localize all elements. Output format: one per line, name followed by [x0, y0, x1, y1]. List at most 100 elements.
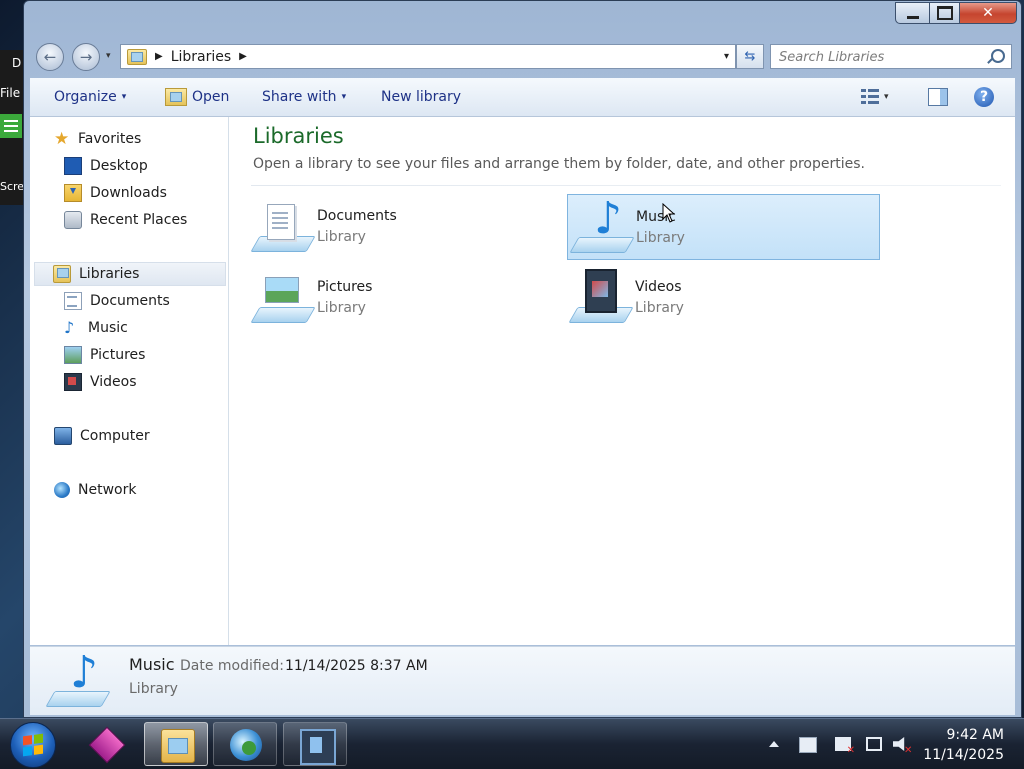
open-button[interactable]: Open — [165, 78, 229, 116]
network-icon — [54, 482, 70, 498]
hamburger-icon — [0, 114, 22, 138]
taskbar: ✕ 9:42 AM 11/14/2025 — [0, 718, 1024, 769]
breadcrumb: ▶ Libraries ▶ — [127, 48, 247, 65]
nav-videos-label: Videos — [90, 374, 137, 390]
view-options-icon — [861, 89, 879, 105]
nav-favorites[interactable]: ★ Favorites — [54, 127, 141, 151]
save-icon[interactable] — [799, 737, 817, 753]
nav-videos[interactable]: Videos — [64, 370, 137, 394]
nav-network[interactable]: Network — [54, 478, 136, 502]
navigation-pane: ★ Favorites Desktop Downloads Recent Pla… — [30, 117, 229, 645]
clock-date: 11/14/2025 — [923, 747, 1004, 763]
address-dropdown-icon[interactable]: ▾ — [724, 51, 729, 62]
taskbar-browser[interactable] — [213, 722, 277, 766]
network-status-icon[interactable] — [866, 737, 882, 751]
magenta-app-icon — [88, 726, 126, 764]
nav-computer[interactable]: Computer — [54, 424, 150, 448]
tile-name: Documents — [317, 208, 397, 224]
libraries-icon — [127, 48, 147, 65]
search-icon[interactable] — [991, 49, 1005, 63]
videos-icon — [64, 373, 82, 391]
music-library-icon: ♪ — [569, 195, 635, 257]
nav-pictures-label: Pictures — [90, 347, 146, 363]
pictures-icon — [64, 346, 82, 364]
nav-pictures[interactable]: Pictures — [64, 343, 145, 367]
recent-pages-dropdown[interactable]: ▾ — [106, 51, 111, 61]
minimize-icon — [906, 15, 919, 19]
preview-pane-button[interactable] — [928, 78, 948, 116]
refresh-button[interactable]: ⇆ — [736, 44, 764, 69]
background-text-screen: Scre — [0, 180, 25, 193]
nav-music[interactable]: ♪ Music — [64, 316, 128, 340]
nav-recent-places-label: Recent Places — [90, 212, 188, 228]
nav-documents-label: Documents — [90, 293, 170, 309]
videos-library-icon — [568, 269, 634, 327]
taskbar-app-magenta[interactable] — [74, 722, 138, 766]
open-label: Open — [192, 89, 230, 105]
help-icon: ? — [974, 87, 994, 107]
background-window: D File Scre — [0, 50, 24, 205]
action-center-flag-icon[interactable] — [835, 737, 855, 756]
nav-recent-places[interactable]: Recent Places — [64, 208, 187, 232]
system-clock[interactable]: 9:42 AM 11/14/2025 — [923, 725, 1004, 765]
nav-downloads[interactable]: Downloads — [64, 181, 167, 205]
maximize-icon — [936, 6, 953, 20]
chevron-down-icon[interactable]: ▾ — [884, 92, 889, 102]
organize-label: Organize — [54, 89, 117, 105]
organize-button[interactable]: Organize ▾ — [54, 78, 126, 116]
music-note-icon: ♪ — [64, 318, 75, 337]
library-tile-music[interactable]: ♪ Music Library — [567, 194, 880, 260]
muted-x-icon: ✕ — [904, 745, 913, 756]
pictures-library-icon — [250, 269, 316, 327]
nav-favorites-label: Favorites — [78, 131, 142, 147]
nav-libraries[interactable]: Libraries — [34, 262, 226, 286]
breadcrumb-separator-icon[interactable]: ▶ — [155, 51, 163, 62]
downloads-icon — [64, 184, 82, 202]
tile-type: Library — [317, 229, 366, 245]
close-button[interactable]: ✕ — [959, 2, 1017, 24]
nav-computer-label: Computer — [80, 428, 150, 444]
minimize-button[interactable] — [895, 2, 929, 24]
change-view-button[interactable]: ▾ — [861, 78, 889, 116]
close-icon: ✕ — [982, 5, 994, 21]
address-bar[interactable]: ▶ Libraries ▶ ▾ — [120, 44, 736, 69]
new-library-button[interactable]: New library — [381, 78, 461, 116]
music-library-icon: ♪ — [45, 649, 111, 711]
libraries-icon — [53, 265, 71, 283]
share-with-label: Share with — [262, 89, 337, 105]
details-type: Library — [129, 681, 178, 697]
nav-music-label: Music — [88, 320, 128, 336]
background-text-d: D — [12, 56, 22, 70]
search-input[interactable] — [771, 45, 981, 69]
nav-documents[interactable]: Documents — [64, 289, 170, 313]
nav-libraries-label: Libraries — [79, 266, 140, 282]
nav-desktop[interactable]: Desktop — [64, 154, 148, 178]
tile-type: Library — [635, 300, 684, 316]
start-button[interactable] — [10, 722, 56, 768]
maximize-button[interactable] — [929, 2, 959, 24]
back-button[interactable]: ← — [36, 43, 64, 71]
header-divider — [251, 185, 1001, 186]
date-modified-label: Date modified: — [180, 658, 284, 674]
show-hidden-icons-icon[interactable] — [769, 741, 779, 747]
refresh-icon: ⇆ — [744, 49, 756, 64]
breadcrumb-chevron-icon[interactable]: ▶ — [239, 51, 247, 62]
documents-library-icon — [250, 198, 316, 256]
taskbar-video[interactable] — [283, 722, 347, 766]
library-tile-videos[interactable]: Videos Library — [567, 265, 880, 331]
clock-time: 9:42 AM — [946, 727, 1004, 743]
forward-button[interactable]: → — [72, 43, 100, 71]
globe-browser-icon — [230, 729, 262, 761]
caption-buttons: ✕ — [895, 2, 1017, 24]
library-tile-pictures[interactable]: Pictures Library — [249, 265, 562, 331]
taskbar-explorer[interactable] — [144, 722, 208, 766]
breadcrumb-libraries[interactable]: Libraries — [171, 49, 231, 65]
search-box[interactable] — [770, 44, 1012, 69]
tile-name: Videos — [635, 279, 682, 295]
video-editor-icon — [300, 729, 336, 765]
help-button[interactable]: ? — [974, 78, 994, 116]
share-with-button[interactable]: Share with ▾ — [262, 78, 346, 116]
library-tile-documents[interactable]: Documents Library — [249, 194, 562, 260]
date-modified-value: 11/14/2025 8:37 AM — [285, 658, 428, 674]
mouse-cursor-icon — [662, 203, 676, 223]
